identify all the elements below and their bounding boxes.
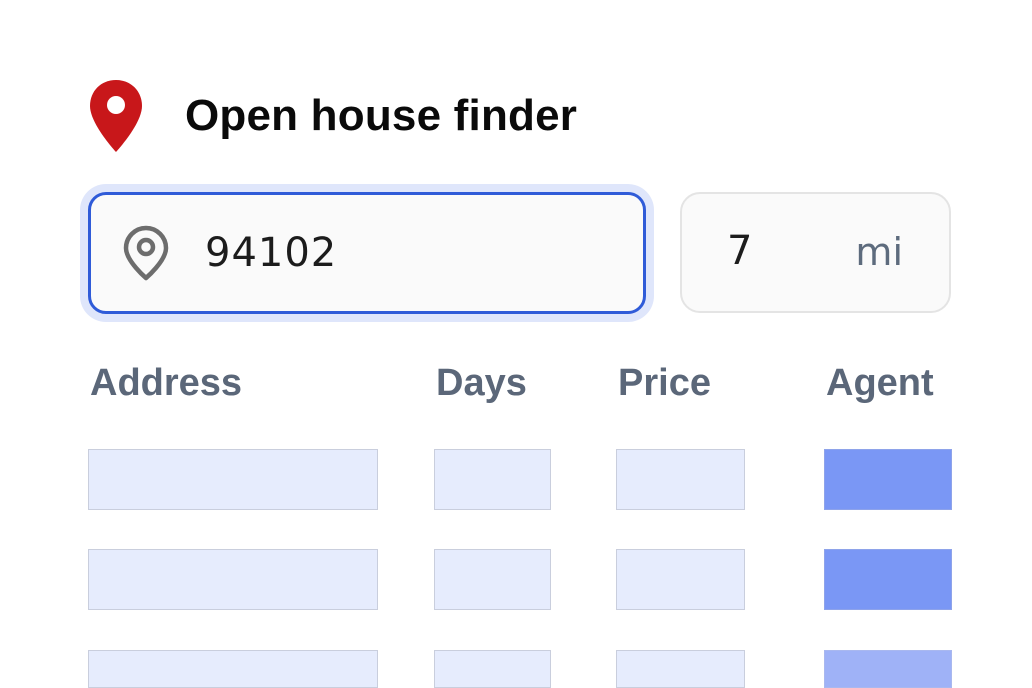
table-row-1-price-cell[interactable] bbox=[616, 449, 745, 510]
radius-value[interactable]: 7 bbox=[727, 228, 752, 274]
table-row-2-days-cell[interactable] bbox=[434, 549, 551, 610]
radius-input[interactable]: 7 mi bbox=[680, 192, 951, 313]
column-header-days[interactable]: Days bbox=[436, 362, 527, 405]
zip-code-value[interactable]: 94102 bbox=[205, 230, 337, 276]
radius-unit-label: mi bbox=[855, 230, 903, 274]
location-pin-outline-icon bbox=[123, 225, 169, 281]
column-header-price[interactable]: Price bbox=[618, 362, 711, 405]
table-row-1-agent-cell[interactable] bbox=[824, 449, 952, 510]
table-row-2-price-cell[interactable] bbox=[616, 549, 745, 610]
page-title: Open house finder bbox=[185, 91, 578, 140]
column-header-agent[interactable]: Agent bbox=[826, 362, 934, 405]
table-row-1-address-cell[interactable] bbox=[88, 449, 378, 510]
zip-code-input[interactable]: 94102 bbox=[80, 184, 654, 322]
table-row-3-price-cell[interactable] bbox=[616, 650, 745, 688]
table-row-3-address-cell[interactable] bbox=[88, 650, 378, 688]
map-pin-icon bbox=[90, 80, 142, 152]
table-row-1-days-cell[interactable] bbox=[434, 449, 551, 510]
app-header: Open house finder bbox=[88, 78, 577, 154]
zip-code-input-box[interactable]: 94102 bbox=[88, 192, 646, 314]
column-header-address[interactable]: Address bbox=[90, 362, 242, 405]
table-row-2-agent-cell[interactable] bbox=[824, 549, 952, 610]
table-row-3-agent-cell[interactable] bbox=[824, 650, 952, 688]
table-row-3-days-cell[interactable] bbox=[434, 650, 551, 688]
table-row-2-address-cell[interactable] bbox=[88, 549, 378, 610]
